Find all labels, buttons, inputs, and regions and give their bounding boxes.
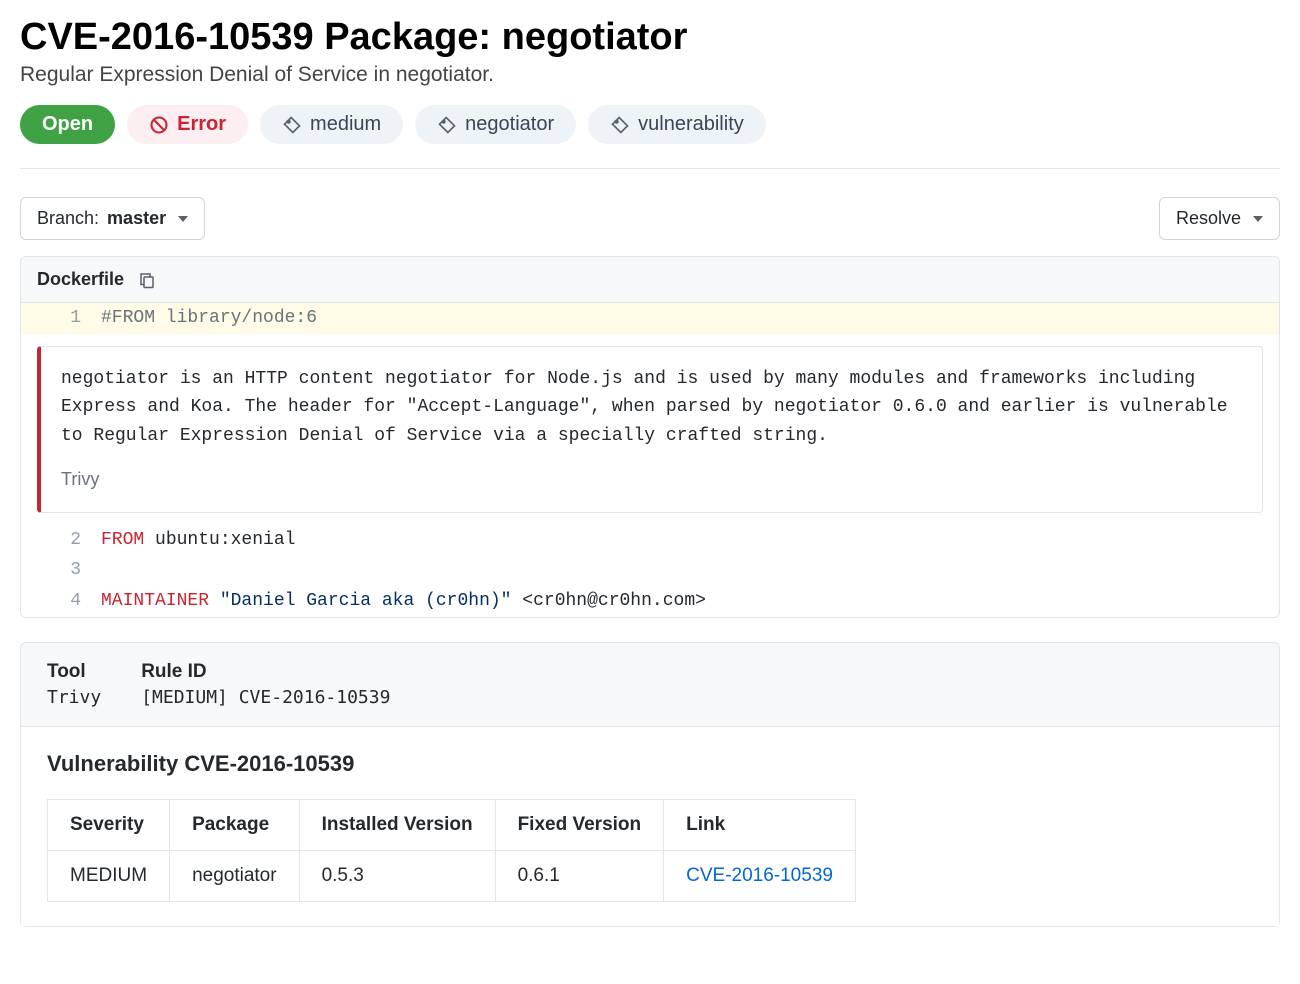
code-line-3: 3 [21, 555, 1279, 586]
tag-label: medium [310, 113, 381, 136]
line-number: 2 [21, 525, 101, 556]
rule-value: [MEDIUM] CVE-2016-10539 [141, 687, 390, 708]
info-body: Vulnerability CVE-2016-10539 Severity Pa… [21, 726, 1279, 926]
td-package: negotiator [170, 850, 300, 901]
td-severity: MEDIUM [48, 850, 170, 901]
chevron-down-icon [178, 216, 188, 222]
code-content: FROM ubuntu:xenial [101, 525, 1279, 556]
tag-icon [610, 115, 630, 135]
td-installed: 0.5.3 [299, 850, 495, 901]
tag-vulnerability[interactable]: vulnerability [588, 105, 766, 144]
resolve-button[interactable]: Resolve [1159, 197, 1280, 240]
chevron-down-icon [1253, 216, 1263, 222]
code-line-2: 2 FROM ubuntu:xenial [21, 525, 1279, 556]
info-meta: Tool Trivy Rule ID [MEDIUM] CVE-2016-105… [21, 643, 1279, 726]
line-number: 3 [21, 555, 101, 586]
th-installed: Installed Version [299, 799, 495, 850]
info-panel: Tool Trivy Rule ID [MEDIUM] CVE-2016-105… [20, 642, 1280, 927]
branch-label: Branch: [37, 208, 99, 229]
code-line-4: 4 MAINTAINER "Daniel Garcia aka (cr0hn)"… [21, 586, 1279, 617]
cve-link[interactable]: CVE-2016-10539 [686, 865, 833, 886]
status-open-badge: Open [20, 105, 115, 144]
line-number: 1 [21, 303, 101, 334]
code-line-1: 1 #FROM library/node:6 [21, 303, 1279, 334]
td-link: CVE-2016-10539 [664, 850, 856, 901]
code-content: #FROM library/node:6 [101, 303, 1279, 334]
page-title: CVE-2016-10539 Package: negotiator [20, 16, 1280, 59]
vulnerability-table: Severity Package Installed Version Fixed… [47, 799, 856, 902]
code-panel: Dockerfile 1 #FROM library/node:6 negoti… [20, 256, 1280, 618]
tag-label: negotiator [465, 113, 554, 136]
line-number: 4 [21, 586, 101, 617]
tag-label: vulnerability [638, 113, 744, 136]
resolve-label: Resolve [1176, 208, 1241, 229]
vulnerability-heading: Vulnerability CVE-2016-10539 [47, 751, 1253, 777]
tool-column: Tool Trivy [47, 661, 101, 708]
rule-column: Rule ID [MEDIUM] CVE-2016-10539 [141, 661, 390, 708]
error-label: Error [177, 113, 226, 136]
th-severity: Severity [48, 799, 170, 850]
td-fixed: 0.6.1 [495, 850, 664, 901]
th-fixed: Fixed Version [495, 799, 664, 850]
tag-negotiator[interactable]: negotiator [415, 105, 576, 144]
code-content [101, 555, 1279, 586]
table-row: MEDIUM negotiator 0.5.3 0.6.1 CVE-2016-1… [48, 850, 856, 901]
tool-label: Tool [47, 661, 101, 683]
divider [20, 168, 1280, 169]
th-link: Link [664, 799, 856, 850]
toolbar: Branch: master Resolve [20, 197, 1280, 240]
page-subtitle: Regular Expression Denial of Service in … [20, 63, 1280, 87]
tag-icon [437, 115, 457, 135]
th-package: Package [170, 799, 300, 850]
tag-icon [282, 115, 302, 135]
copy-icon[interactable] [138, 271, 156, 289]
ban-icon [149, 115, 169, 135]
tag-medium[interactable]: medium [260, 105, 403, 144]
rule-label: Rule ID [141, 661, 390, 683]
table-header-row: Severity Package Installed Version Fixed… [48, 799, 856, 850]
status-error-badge: Error [127, 105, 248, 144]
branch-selector[interactable]: Branch: master [20, 197, 205, 240]
finding-source: Trivy [61, 465, 1242, 494]
tags-row: Open Error medium negotiator vulnerabili… [20, 105, 1280, 144]
code-content: MAINTAINER "Daniel Garcia aka (cr0hn)" <… [101, 586, 1279, 617]
finding-callout: negotiator is an HTTP content negotiator… [37, 346, 1263, 513]
tool-value: Trivy [47, 687, 101, 708]
code-header: Dockerfile [21, 257, 1279, 303]
filename: Dockerfile [37, 269, 124, 290]
branch-value: master [107, 208, 166, 229]
finding-description: negotiator is an HTTP content negotiator… [61, 365, 1242, 451]
